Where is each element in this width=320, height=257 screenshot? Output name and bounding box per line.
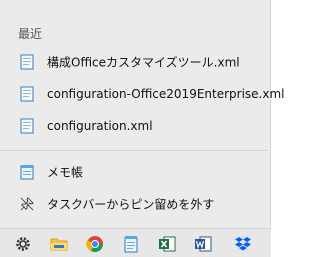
document-icon bbox=[20, 86, 34, 102]
recent-item-label: 構成Officeカスタマイズツール.xml bbox=[47, 55, 240, 70]
settings-icon[interactable] bbox=[12, 233, 34, 255]
taskbar bbox=[0, 228, 271, 257]
notepad-icon[interactable] bbox=[120, 233, 142, 255]
document-icon bbox=[20, 118, 34, 134]
menu-divider bbox=[0, 150, 268, 151]
task-unpin-from-taskbar[interactable]: タスクバーからピン留めを外す bbox=[0, 188, 268, 220]
recent-item-label: configuration-Office2019Enterprise.xml bbox=[47, 87, 285, 101]
recent-item[interactable]: configuration-Office2019Enterprise.xml bbox=[0, 78, 285, 110]
task-label: メモ帳 bbox=[47, 165, 84, 180]
jump-list-menu: 最近 構成Officeカスタマイズツール.xml configuration-O… bbox=[0, 0, 285, 228]
task-label: タスクバーからピン留めを外す bbox=[47, 197, 215, 212]
recent-item-label: configuration.xml bbox=[47, 119, 153, 133]
chrome-icon[interactable] bbox=[84, 233, 106, 255]
word-icon[interactable] bbox=[192, 233, 214, 255]
recent-item[interactable]: 構成Officeカスタマイズツール.xml bbox=[0, 46, 268, 78]
excel-icon[interactable] bbox=[156, 233, 178, 255]
dropbox-icon[interactable] bbox=[232, 233, 254, 255]
recent-section-title: 最近 bbox=[18, 27, 43, 41]
task-open-notepad[interactable]: メモ帳 bbox=[0, 156, 268, 188]
document-icon bbox=[20, 54, 34, 70]
notepad-icon bbox=[20, 164, 34, 180]
file-explorer-icon[interactable] bbox=[48, 233, 70, 255]
recent-item[interactable]: configuration.xml bbox=[0, 110, 268, 142]
unpin-icon bbox=[20, 196, 34, 212]
